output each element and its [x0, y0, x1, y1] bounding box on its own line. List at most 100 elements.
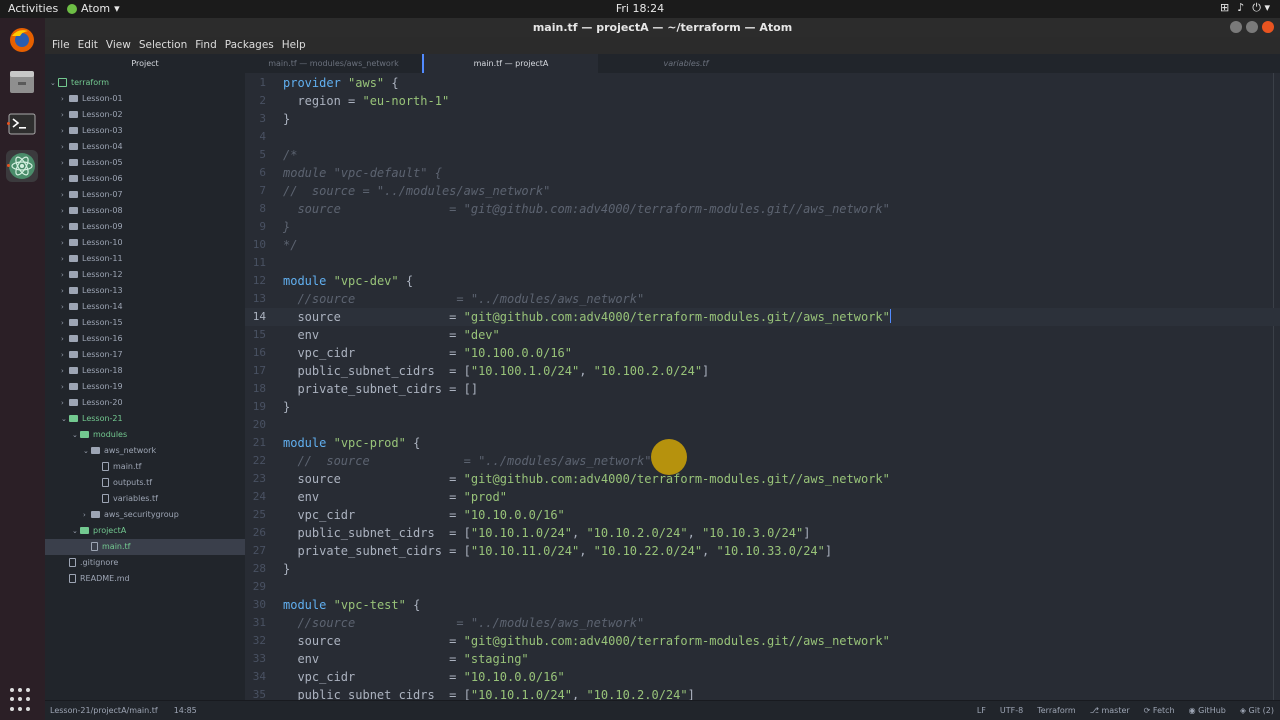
- tree-item[interactable]: › Lesson-08: [45, 203, 245, 219]
- tree-item[interactable]: › Lesson-04: [45, 139, 245, 155]
- app-menu[interactable]: Atom ▾: [67, 2, 120, 15]
- code-line[interactable]: 13 //source = "../modules/aws_network": [245, 290, 1280, 308]
- tree-item[interactable]: › Lesson-11: [45, 251, 245, 267]
- files-icon[interactable]: [6, 66, 38, 98]
- code-line[interactable]: 5 /*: [245, 146, 1280, 164]
- tree-item[interactable]: ⌄ modules: [45, 427, 245, 443]
- code-line[interactable]: 8 source = "git@github.com:adv4000/terra…: [245, 200, 1280, 218]
- tree-item[interactable]: outputs.tf: [45, 475, 245, 491]
- tree-item[interactable]: variables.tf: [45, 491, 245, 507]
- line-ending[interactable]: LF: [977, 701, 986, 720]
- tree-item[interactable]: › Lesson-12: [45, 267, 245, 283]
- network-icon[interactable]: ⊞: [1220, 1, 1229, 15]
- tree-item[interactable]: › aws_securitygroup: [45, 507, 245, 523]
- tree-item[interactable]: › Lesson-03: [45, 123, 245, 139]
- tree-item[interactable]: ⌄ Lesson-21: [45, 411, 245, 427]
- tree-item[interactable]: › Lesson-02: [45, 107, 245, 123]
- tree-item[interactable]: › Lesson-16: [45, 331, 245, 347]
- code-line[interactable]: 22 // source = "../modules/aws_network": [245, 452, 1280, 470]
- tab-variables-tf[interactable]: variables.tf: [598, 54, 774, 73]
- code-line[interactable]: 33 env = "staging": [245, 650, 1280, 668]
- encoding[interactable]: UTF-8: [1000, 701, 1023, 720]
- code-line[interactable]: 16 vpc_cidr = "10.100.0.0/16": [245, 344, 1280, 362]
- tab-project[interactable]: Project: [45, 54, 245, 73]
- menu-view[interactable]: View: [102, 37, 135, 54]
- minimize-button[interactable]: [1230, 21, 1242, 33]
- clock[interactable]: Fri 18:24: [616, 2, 664, 15]
- firefox-icon[interactable]: [6, 24, 38, 56]
- code-line[interactable]: 4: [245, 128, 1280, 146]
- tree-item[interactable]: › Lesson-07: [45, 187, 245, 203]
- code-line[interactable]: 9}: [245, 218, 1280, 236]
- tree-item[interactable]: ⌄ projectA: [45, 523, 245, 539]
- code-line[interactable]: 18 private_subnet_cidrs = []: [245, 380, 1280, 398]
- code-line[interactable]: 10 */: [245, 236, 1280, 254]
- tree-item[interactable]: .gitignore: [45, 555, 245, 571]
- tree-item[interactable]: › Lesson-01: [45, 91, 245, 107]
- cursor-position[interactable]: 14:85: [174, 701, 197, 720]
- menu-help[interactable]: Help: [278, 37, 310, 54]
- code-line[interactable]: 28}: [245, 560, 1280, 578]
- code-line[interactable]: 6 module "vpc-default" {: [245, 164, 1280, 182]
- menu-edit[interactable]: Edit: [74, 37, 102, 54]
- code-line[interactable]: 27 private_subnet_cidrs = ["10.10.11.0/2…: [245, 542, 1280, 560]
- tree-item[interactable]: › Lesson-15: [45, 315, 245, 331]
- code-line[interactable]: 11: [245, 254, 1280, 272]
- tree-item[interactable]: ⌄ terraform: [45, 75, 245, 91]
- code-line[interactable]: 32 source = "git@github.com:adv4000/terr…: [245, 632, 1280, 650]
- code-editor[interactable]: 1 provider "aws" {2 region = "eu-north-1"…: [245, 73, 1280, 700]
- code-line[interactable]: 14 source = "git@github.com:adv4000/terr…: [245, 308, 1280, 326]
- code-line[interactable]: 21 module "vpc-prod" {: [245, 434, 1280, 452]
- tree-item[interactable]: › Lesson-06: [45, 171, 245, 187]
- tree-item[interactable]: › Lesson-10: [45, 235, 245, 251]
- code-line[interactable]: 25 vpc_cidr = "10.10.0.0/16": [245, 506, 1280, 524]
- git-fetch-button[interactable]: ⟳ Fetch: [1144, 701, 1175, 720]
- grammar[interactable]: Terraform: [1037, 701, 1075, 720]
- tree-item[interactable]: › Lesson-20: [45, 395, 245, 411]
- git-branch[interactable]: ⎇ master: [1090, 701, 1130, 720]
- atom-icon[interactable]: [6, 150, 38, 182]
- git-panel-button[interactable]: ◈ Git (2): [1240, 701, 1274, 720]
- tree-item[interactable]: README.md: [45, 571, 245, 587]
- tree-item[interactable]: › Lesson-18: [45, 363, 245, 379]
- code-line[interactable]: 17 public_subnet_cidrs = ["10.100.1.0/24…: [245, 362, 1280, 380]
- tree-item[interactable]: › Lesson-13: [45, 283, 245, 299]
- tab-main-tf-projecta[interactable]: main.tf — projectA: [422, 54, 598, 73]
- system-tray[interactable]: ⊞ ♪ ⏻ ▾: [1220, 1, 1270, 15]
- code-line[interactable]: 26 public_subnet_cidrs = ["10.10.1.0/24"…: [245, 524, 1280, 542]
- code-line[interactable]: 15 env = "dev": [245, 326, 1280, 344]
- code-line[interactable]: 19}: [245, 398, 1280, 416]
- tree-item[interactable]: › Lesson-19: [45, 379, 245, 395]
- terminal-icon[interactable]: [6, 108, 38, 140]
- code-line[interactable]: 31 //source = "../modules/aws_network": [245, 614, 1280, 632]
- menu-selection[interactable]: Selection: [135, 37, 191, 54]
- tab-main-tf-aws-network[interactable]: main.tf — modules/aws_network: [245, 54, 422, 73]
- tree-item[interactable]: main.tf: [45, 539, 245, 555]
- github-button[interactable]: ◉ GitHub: [1189, 701, 1226, 720]
- menu-packages[interactable]: Packages: [221, 37, 278, 54]
- code-line[interactable]: 23 source = "git@github.com:adv4000/terr…: [245, 470, 1280, 488]
- show-applications-icon[interactable]: [10, 688, 34, 712]
- code-line[interactable]: 2 region = "eu-north-1": [245, 92, 1280, 110]
- close-button[interactable]: [1262, 21, 1274, 33]
- code-line[interactable]: 35 public_subnet_cidrs = ["10.10.1.0/24"…: [245, 686, 1280, 700]
- power-icon[interactable]: ⏻ ▾: [1252, 1, 1270, 15]
- code-line[interactable]: 7 // source = "../modules/aws_network": [245, 182, 1280, 200]
- code-line[interactable]: 24 env = "prod": [245, 488, 1280, 506]
- activities-button[interactable]: Activities: [8, 2, 58, 15]
- code-line[interactable]: 1 provider "aws" {: [245, 74, 1280, 92]
- tree-item[interactable]: › Lesson-14: [45, 299, 245, 315]
- menu-file[interactable]: File: [48, 37, 74, 54]
- tree-item[interactable]: › Lesson-17: [45, 347, 245, 363]
- code-line[interactable]: 34 vpc_cidr = "10.10.0.0/16": [245, 668, 1280, 686]
- file-path[interactable]: Lesson-21/projectA/main.tf: [50, 701, 158, 720]
- volume-icon[interactable]: ♪: [1237, 1, 1244, 15]
- tree-item[interactable]: ⌄ aws_network: [45, 443, 245, 459]
- tree-item[interactable]: main.tf: [45, 459, 245, 475]
- tree-item[interactable]: › Lesson-09: [45, 219, 245, 235]
- menu-find[interactable]: Find: [191, 37, 221, 54]
- code-line[interactable]: 20: [245, 416, 1280, 434]
- maximize-button[interactable]: [1246, 21, 1258, 33]
- code-line[interactable]: 12 module "vpc-dev" {: [245, 272, 1280, 290]
- code-line[interactable]: 30 module "vpc-test" {: [245, 596, 1280, 614]
